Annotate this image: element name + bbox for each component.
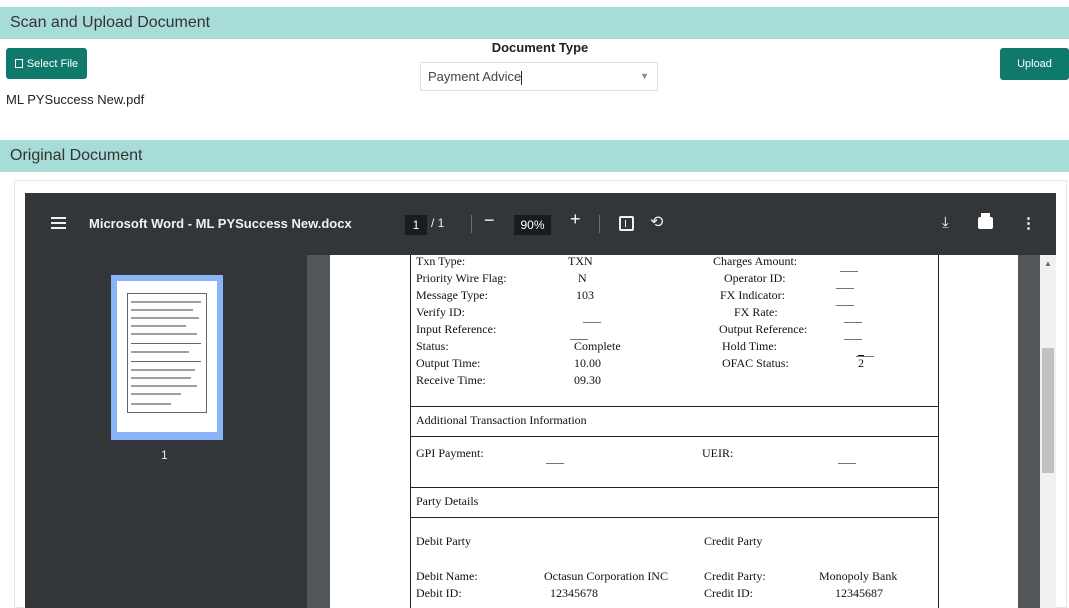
debit-party-title: Debit Party [416,534,471,548]
credit-party-title: Credit Party [704,534,763,548]
thumbnail-page [117,281,217,432]
party-label-2: Credit ID: [704,586,753,600]
table-divider [410,406,939,407]
txn-value: Complete [574,339,621,353]
fit-page-icon[interactable] [619,216,634,231]
document-scrollbar[interactable]: ▲ [1040,255,1056,608]
txn-label: Priority Wire Flag: [416,271,507,285]
current-page-input[interactable]: 1 [405,215,427,235]
more-icon[interactable]: ⋮ [1021,214,1036,232]
scrollbar-thumb[interactable] [1042,348,1054,473]
txn-label-2: OFAC Status: [722,356,789,370]
document-type-select[interactable]: Payment Advice ▼ [420,62,658,91]
txn-label-2: Hold Time: [722,339,778,353]
ueir-value: ___ [838,451,856,465]
txn-label-2: FX Indicator: [720,288,785,302]
download-icon[interactable]: ⤓ [942,214,949,231]
scroll-up-icon[interactable]: ▲ [1044,259,1052,268]
party-value: Octasun Corporation INC [544,569,668,583]
selected-file-name: ML PYSuccess New.pdf [6,92,145,107]
zoom-out-icon[interactable]: − [484,210,495,231]
party-value: 12345678 [550,586,598,600]
txn-value-2: ___ [844,310,862,324]
party-value-2: 12345687 [835,586,883,600]
select-file-label: Select File [26,57,79,70]
gpi-payment-value: ___ [546,451,564,465]
print-icon[interactable] [978,213,993,229]
party-label: Debit ID: [416,586,462,600]
party-details-title: Party Details [416,494,479,508]
select-file-button[interactable]: Select File [6,48,87,79]
chevron-down-icon[interactable]: ▼ [640,63,649,90]
txn-label: Output Time: [416,356,481,370]
page-thumbnail[interactable] [111,275,223,440]
party-label-2: Credit Party: [704,569,766,583]
total-pages: / 1 [431,216,445,230]
document-table-border [410,255,939,608]
text-cursor [521,70,523,85]
scan-upload-header: Scan and Upload Document [0,7,1069,39]
pdf-viewer-toolbar: Microsoft Word - ML PYSuccess New.docx 1… [25,193,1056,255]
txn-label: Status: [416,339,449,353]
txn-value: ___ [583,310,601,324]
txn-value: 103 [576,288,594,302]
txn-label-2: Charges Amount: [713,255,798,268]
txn-label: Verify ID: [416,305,465,319]
original-document-header: Original Document [0,140,1069,172]
txn-value: N [578,271,587,285]
table-divider [410,436,939,437]
thumbnail-sidebar: 1 [25,255,307,608]
table-divider [410,487,939,488]
document-type-value: Payment Advice [428,69,522,84]
txn-value-2: ___ [836,293,854,307]
txn-value: 10.00 [574,356,601,370]
party-value-2: Monopoly Bank [819,569,898,583]
txn-value: 09.30 [574,373,601,387]
txn-label-2: Operator ID: [724,271,786,285]
txn-label: Receive Time: [416,373,486,387]
upload-button[interactable]: Upload [1000,48,1069,80]
additional-info-title: Additional Transaction Information [416,413,587,427]
document-type-label: Document Type [491,40,589,55]
txn-value-2: ___ [840,259,858,273]
rotate-icon[interactable]: ⟲ [650,212,663,232]
viewer-document-title: Microsoft Word - ML PYSuccess New.docx [89,216,352,231]
party-label: Debit Name: [416,569,478,583]
thumbnail-page-number: 1 [161,448,168,462]
txn-label-2: FX Rate: [734,305,778,319]
txn-label: Txn Type: [416,255,466,268]
txn-value-2: 2 [858,356,864,370]
txn-label: Input Reference: [416,322,497,336]
table-divider [410,517,939,518]
file-icon [14,59,23,68]
document-view-pane[interactable]: Txn Type: TXN Charges Amount: ___ Priori… [307,255,1040,608]
gpi-payment-label: GPI Payment: [416,446,484,460]
toolbar-divider [471,215,472,233]
zoom-in-icon[interactable]: + [570,209,581,230]
txn-value-2: ___ [836,276,854,290]
document-page: Txn Type: TXN Charges Amount: ___ Priori… [330,255,1018,608]
txn-label-2: Output Reference: [719,322,808,336]
menu-icon[interactable] [51,217,66,229]
toolbar-divider [599,215,600,233]
txn-value-2: ___ [844,327,862,341]
txn-value: TXN [568,255,593,268]
ueir-label: UEIR: [702,446,734,460]
zoom-level-input[interactable]: 90% [514,215,551,235]
txn-label: Message Type: [416,288,488,302]
